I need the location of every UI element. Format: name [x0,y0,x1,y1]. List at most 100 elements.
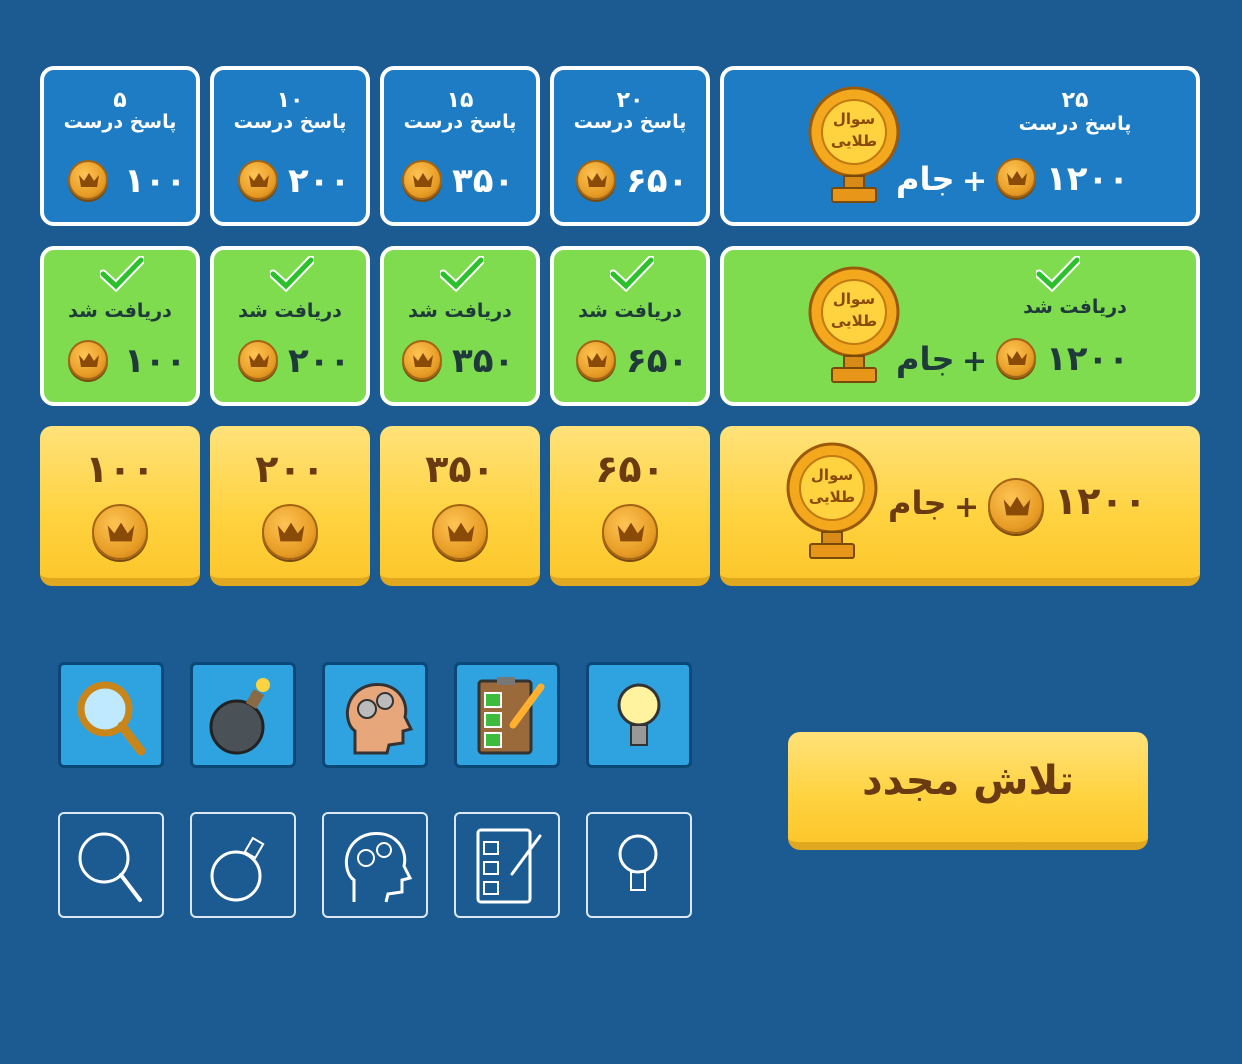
brain-gears-icon [345,832,413,903]
checklist-icon [476,828,542,904]
coin-icon [988,478,1044,534]
reward-gold-card-650[interactable]: ۶۵۰ [550,426,710,586]
trophy-label-bottom: طلایی [809,488,855,506]
received-caption: دریافت شد [238,300,342,322]
magnifier-helper-button[interactable] [58,662,164,768]
bomb-helper-button-disabled[interactable] [190,812,296,918]
coin-icon [602,504,658,560]
coin-amount: ۶۵۰ [626,341,689,381]
reward-card-10: ۱۰ پاسخ درست ۲۰۰ [210,66,370,226]
trophy-label-top: سوال [833,290,875,308]
coin-icon [576,160,616,200]
coin-icon [92,504,148,560]
coin-icon [68,160,108,200]
bomb-icon [210,836,265,902]
received-caption: دریافت شد [1023,296,1127,318]
correct-count: ۱۵ [446,88,474,113]
coin-icon [238,340,278,380]
checkmark-icon [270,256,314,292]
magnifier-icon [78,832,142,902]
coin-icon [68,340,108,380]
golden-question-trophy-icon: سوال طلایی [808,86,900,203]
bomb-helper-button[interactable] [190,662,296,768]
reward-card-15: ۱۵ پاسخ درست ۳۵۰ [380,66,540,226]
lightbulb-icon [617,683,661,746]
reward-received-card-25: دریافت شد ۱۲۰۰ + جام سوال طلایی [720,246,1200,406]
coin-amount: ۱۰۰ [124,341,187,381]
correct-count: ۲۵ [1061,88,1089,113]
correct-count: ۲۰ [616,88,644,113]
reward-received-card-5: دریافت شد ۱۰۰ [40,246,200,406]
trophy-text: جام [888,484,947,522]
brain-helper-button[interactable] [322,662,428,768]
plus-sign: + [954,490,980,525]
magnifier-icon [77,681,146,756]
reward-card-20: ۲۰ پاسخ درست ۶۵۰ [550,66,710,226]
coin-icon [402,340,442,380]
reward-received-card-20: دریافت شد ۶۵۰ [550,246,710,406]
coin-amount: ۳۵۰ [425,447,495,491]
correct-count: ۵ [113,88,127,113]
coin-amount: ۶۵۰ [626,161,689,201]
plus-sign: + [962,164,988,199]
brain-gears-icon [346,683,414,755]
reward-card-25: ۲۵ پاسخ درست ۱۲۰۰ + جام سوال طلایی [720,66,1200,226]
checkmark-icon [100,256,144,292]
golden-question-trophy-icon: سوال طلایی [786,442,878,559]
checkmark-icon [440,256,484,292]
trophy-label-top: سوال [833,110,875,128]
received-caption: دریافت شد [68,300,172,322]
coin-amount: ۱۲۰۰ [1046,339,1130,379]
brain-helper-button-disabled[interactable] [322,812,428,918]
golden-question-trophy-icon: سوال طلایی [808,266,900,383]
correct-caption: پاسخ درست [403,111,517,133]
correct-caption: پاسخ درست [573,111,687,133]
received-caption: دریافت شد [578,300,682,322]
checklist-icon [477,677,545,755]
coin-amount: ۳۵۰ [452,161,515,201]
reward-received-card-10: دریافت شد ۲۰۰ [210,246,370,406]
trophy-label-top: سوال [811,466,853,484]
reward-gold-card-1200[interactable]: ۱۲۰۰ + جام سوال طلایی [720,426,1200,586]
coin-icon [432,504,488,560]
checklist-helper-button[interactable] [454,662,560,768]
trophy-label-bottom: طلایی [831,132,877,150]
lightbulb-helper-button-disabled[interactable] [586,812,692,918]
coin-amount: ۱۰۰ [124,161,187,201]
coin-icon [576,340,616,380]
magnifier-helper-button-disabled[interactable] [58,812,164,918]
lightbulb-helper-button[interactable] [586,662,692,768]
correct-count: ۱۰ [276,88,304,113]
coin-icon [996,158,1036,198]
checkmark-icon [610,256,654,292]
correct-caption: پاسخ درست [1018,113,1132,135]
coin-amount: ۳۵۰ [452,341,515,381]
coin-amount: ۱۲۰۰ [1054,479,1147,523]
retry-button[interactable]: تلاش مجدد [788,732,1148,850]
correct-caption: پاسخ درست [233,111,347,133]
correct-caption: پاسخ درست [63,111,177,133]
reward-card-5: ۵ پاسخ درست ۱۰۰ [40,66,200,226]
checkmark-icon [1036,256,1080,292]
trophy-label-bottom: طلایی [831,312,877,330]
coin-amount: ۱۰۰ [85,447,155,491]
coin-amount: ۲۰۰ [288,341,351,381]
coin-icon [996,338,1036,378]
coin-icon [262,504,318,560]
coin-amount: ۲۰۰ [288,161,351,201]
retry-label: تلاش مجدد [862,758,1074,804]
reward-gold-card-200[interactable]: ۲۰۰ [210,426,370,586]
checklist-helper-button-disabled[interactable] [454,812,560,918]
reward-gold-card-100[interactable]: ۱۰۰ [40,426,200,586]
coin-icon [238,160,278,200]
received-caption: دریافت شد [408,300,512,322]
coin-amount: ۱۲۰۰ [1046,159,1130,199]
coin-amount: ۶۵۰ [595,447,665,491]
coin-amount: ۲۰۰ [255,447,325,491]
plus-sign: + [962,344,988,379]
coin-icon [402,160,442,200]
reward-gold-card-350[interactable]: ۳۵۰ [380,426,540,586]
reward-received-card-15: دریافت شد ۳۵۰ [380,246,540,406]
lightbulb-icon [618,834,658,891]
bomb-icon [209,678,270,755]
